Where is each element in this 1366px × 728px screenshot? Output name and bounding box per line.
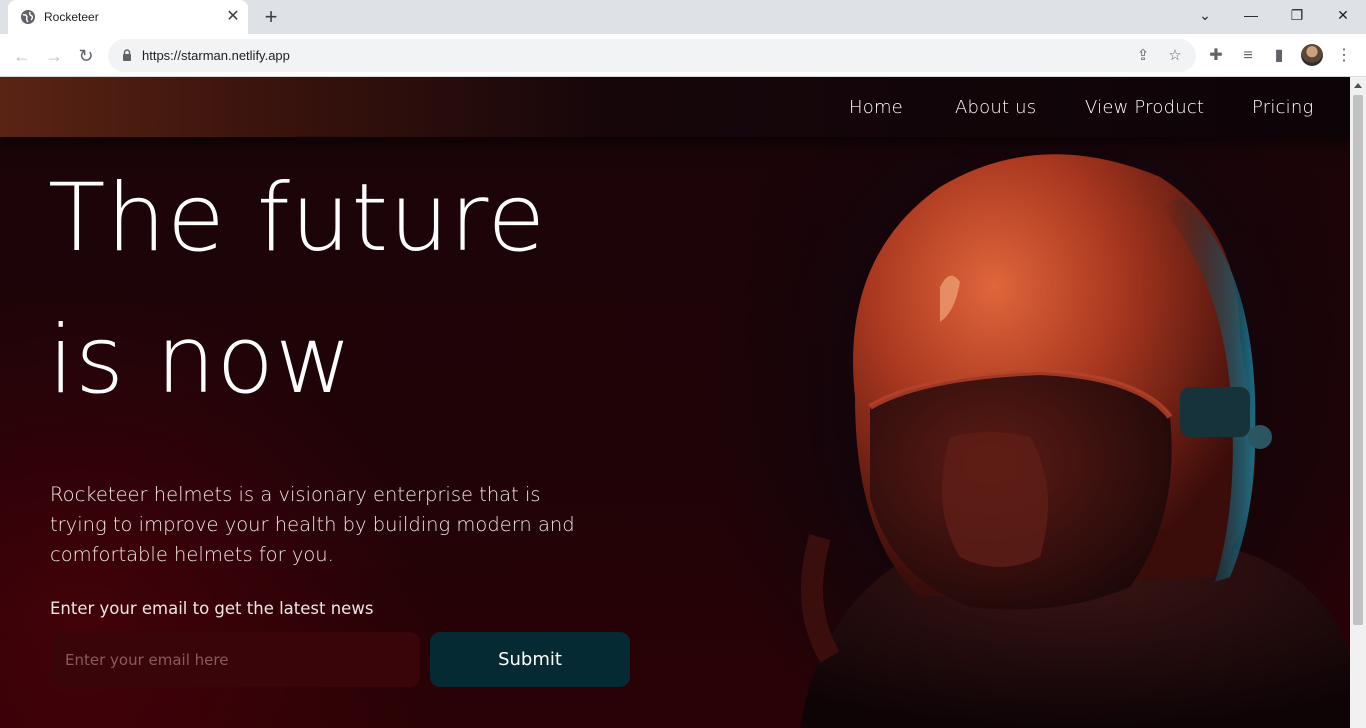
side-panel-icon[interactable]: ▮	[1268, 45, 1290, 67]
forward-arrow-icon[interactable]: →	[41, 43, 67, 69]
nav-link-home[interactable]: Home	[849, 97, 903, 118]
email-input[interactable]	[50, 632, 420, 687]
restore-icon[interactable]: ❐	[1274, 0, 1320, 30]
browser-tab-strip: Rocketeer ✕ + ⌄ — ❐ ✕	[0, 0, 1366, 34]
url-text: https://starman.netlify.app	[142, 48, 290, 63]
reload-icon[interactable]: ↻	[73, 43, 99, 69]
site-navbar: Home About us View Product Pricing	[0, 77, 1350, 137]
minimize-icon[interactable]: —	[1228, 0, 1274, 30]
hero-description: Rocketeer helmets is a visionary enterpr…	[50, 483, 575, 566]
scroll-up-icon[interactable]	[1354, 83, 1362, 88]
globe-icon	[21, 10, 35, 24]
hero-headline-line2: is now	[48, 306, 353, 415]
back-arrow-icon[interactable]: ←	[9, 43, 35, 69]
close-window-icon[interactable]: ✕	[1320, 0, 1366, 30]
lock-icon	[123, 49, 131, 61]
browser-toolbar: ← → ↻ https://starman.netlify.app ⇪ ☆ ✚ …	[0, 34, 1366, 77]
address-bar[interactable]: https://starman.netlify.app ⇪ ☆	[108, 39, 1196, 72]
browser-tab[interactable]: Rocketeer ✕	[8, 0, 248, 34]
nav-link-about-us[interactable]: About us	[955, 97, 1036, 118]
page-scrollbar[interactable]	[1350, 77, 1366, 728]
scrollbar-thumb[interactable]	[1353, 95, 1363, 625]
web-page: Home About us View Product Pricing The f…	[0, 77, 1350, 728]
newsletter-label: Enter your email to get the latest news	[50, 599, 374, 618]
media-queue-icon[interactable]: ≡	[1237, 45, 1259, 67]
tab-title: Rocketeer	[44, 10, 99, 24]
astronaut-helmet-image	[800, 154, 1350, 728]
share-icon[interactable]: ⇪	[1133, 46, 1153, 66]
hero-headline-line1: The future	[48, 164, 547, 273]
new-tab-icon[interactable]: +	[258, 4, 284, 30]
nav-link-view-product[interactable]: View Product	[1085, 97, 1204, 118]
tab-close-icon[interactable]: ✕	[224, 8, 242, 26]
bookmark-star-icon[interactable]: ☆	[1165, 46, 1185, 66]
extensions-puzzle-icon[interactable]: ✚	[1205, 45, 1227, 67]
profile-avatar[interactable]	[1301, 44, 1323, 66]
submit-button[interactable]: Submit	[430, 632, 630, 687]
nav-link-pricing[interactable]: Pricing	[1252, 97, 1313, 118]
more-menu-icon[interactable]: ⋮	[1333, 45, 1355, 67]
chevron-down-icon[interactable]: ⌄	[1182, 0, 1228, 30]
